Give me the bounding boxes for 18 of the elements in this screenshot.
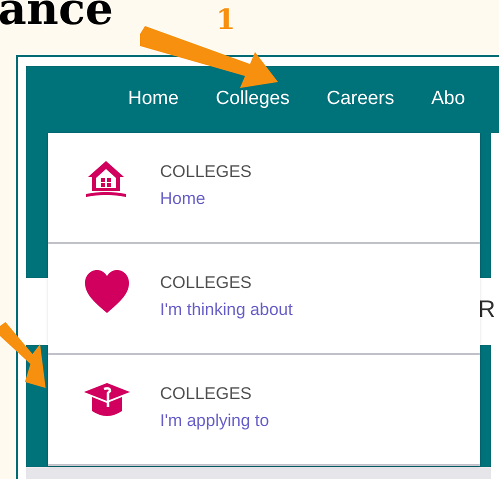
annotation-number: 1 [216,6,236,34]
content-text: R [478,298,496,322]
item-link[interactable]: I'm thinking about [160,301,293,318]
heart-icon [84,270,130,314]
dropdown-item[interactable]: COLLEGES Home [48,133,480,244]
dropdown-item[interactable]: COLLEGES I'm applying to [48,355,480,466]
item-category: COLLEGES [160,385,252,402]
annotation-arrow [0,322,47,390]
dropdown-item[interactable]: COLLEGES I'm thinking about [48,244,480,355]
nav-link[interactable]: Colleges [216,85,290,114]
item-link[interactable]: Home [160,190,206,207]
nav-link[interactable]: Home [128,85,179,114]
item-category: COLLEGES [160,163,252,180]
nav-link[interactable]: Abo [431,85,466,114]
graduation-cap-icon [84,381,130,419]
item-link[interactable]: I'm applying to [160,412,270,429]
item-category: COLLEGES [160,274,252,291]
nav-link[interactable]: Careers [326,85,394,114]
